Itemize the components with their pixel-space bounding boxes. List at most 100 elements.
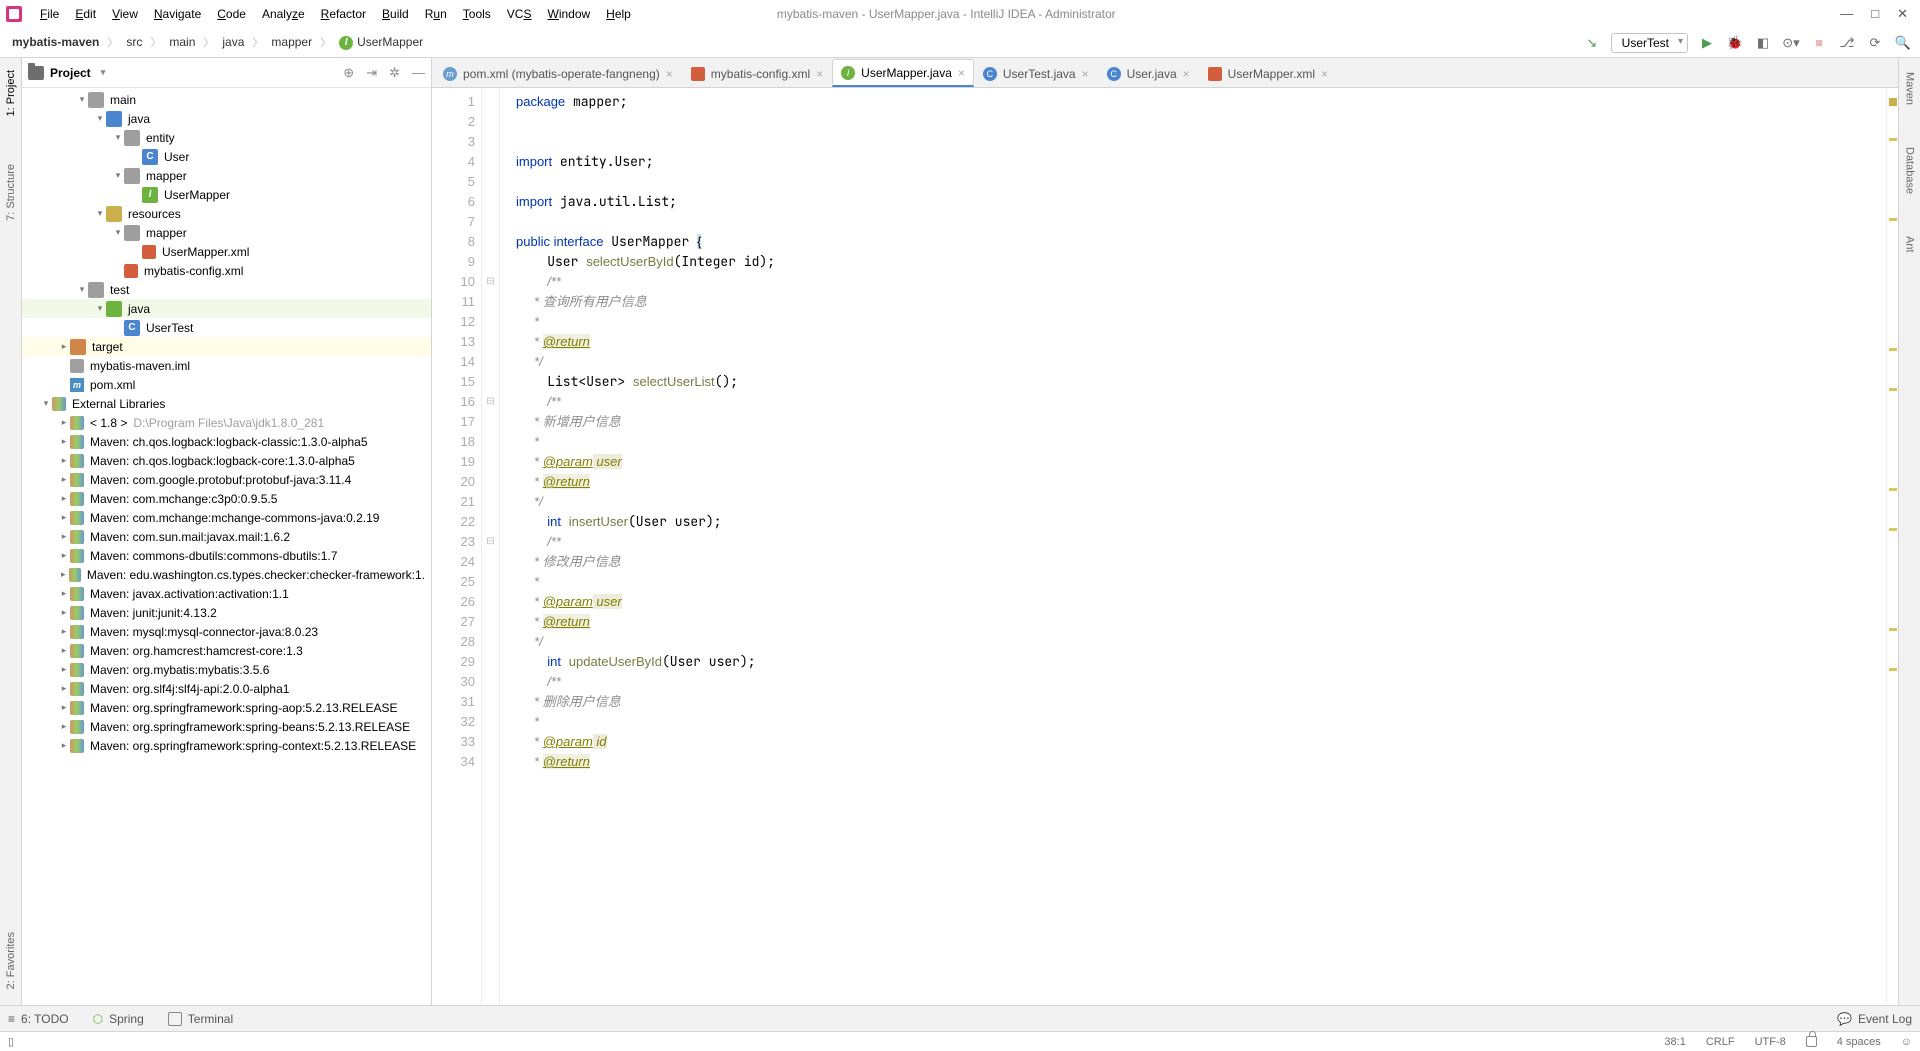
tree-usermapper[interactable]: IUserMapper bbox=[22, 185, 431, 204]
tree-usermapper-xml[interactable]: UserMapper.xml bbox=[22, 242, 431, 261]
locate-icon[interactable]: ⊕ bbox=[343, 65, 354, 81]
menu-refactor[interactable]: Refactor bbox=[315, 3, 372, 25]
run-button[interactable]: ▶ bbox=[1698, 34, 1716, 52]
crumb-project[interactable]: mybatis-maven bbox=[8, 33, 103, 51]
status-readonly-icon[interactable] bbox=[1806, 1036, 1817, 1048]
tab-pom[interactable]: mpom.xml (mybatis-operate-fangneng)× bbox=[434, 59, 682, 87]
update-button[interactable]: ⟳ bbox=[1866, 34, 1884, 52]
code-editor[interactable]: package mapper; import entity.User; impo… bbox=[500, 88, 1886, 1005]
tree-library[interactable]: ▸Maven: com.sun.mail:javax.mail:1.6.2 bbox=[22, 527, 431, 546]
tree-pom[interactable]: mpom.xml bbox=[22, 375, 431, 394]
git-button[interactable]: ⎇ bbox=[1838, 34, 1856, 52]
maximize-button[interactable]: □ bbox=[1871, 6, 1879, 22]
status-encoding[interactable]: UTF-8 bbox=[1755, 1036, 1786, 1048]
crumb-main[interactable]: main bbox=[165, 33, 199, 51]
tool-terminal[interactable]: Terminal bbox=[168, 1012, 233, 1026]
search-button[interactable]: 🔍 bbox=[1894, 34, 1912, 52]
menu-edit[interactable]: Edit bbox=[69, 3, 102, 25]
crumb-java[interactable]: java bbox=[218, 33, 248, 51]
tree-mapper-pkg[interactable]: ▾mapper bbox=[22, 166, 431, 185]
build-icon[interactable]: ↘ bbox=[1583, 34, 1601, 52]
tree-external-libraries[interactable]: ▾External Libraries bbox=[22, 394, 431, 413]
menu-file[interactable]: File bbox=[34, 3, 65, 25]
status-line-sep[interactable]: CRLF bbox=[1706, 1036, 1735, 1048]
profile-button[interactable]: ⊙▾ bbox=[1782, 34, 1800, 52]
crumb-class[interactable]: IUserMapper bbox=[335, 33, 427, 52]
menu-vcs[interactable]: VCS bbox=[501, 3, 538, 25]
tree-library[interactable]: ▸Maven: com.mchange:c3p0:0.9.5.5 bbox=[22, 489, 431, 508]
coverage-button[interactable]: ◧ bbox=[1754, 34, 1772, 52]
tree-main[interactable]: ▾main bbox=[22, 90, 431, 109]
tree-jdk[interactable]: ▸< 1.8 >D:\Program Files\Java\jdk1.8.0_2… bbox=[22, 413, 431, 432]
status-inspections-icon[interactable]: ☺ bbox=[1901, 1036, 1912, 1048]
close-tab-icon[interactable]: × bbox=[958, 66, 965, 80]
tree-library[interactable]: ▸Maven: com.google.protobuf:protobuf-jav… bbox=[22, 470, 431, 489]
status-position[interactable]: 38:1 bbox=[1664, 1036, 1685, 1048]
status-indent[interactable]: 4 spaces bbox=[1837, 1036, 1881, 1048]
menu-code[interactable]: Code bbox=[211, 3, 252, 25]
close-tab-icon[interactable]: × bbox=[1183, 67, 1190, 81]
menu-run[interactable]: Run bbox=[419, 3, 453, 25]
tool-project[interactable]: 1: Project bbox=[5, 64, 17, 122]
tree-test-java[interactable]: ▾java bbox=[22, 299, 431, 318]
menu-view[interactable]: View bbox=[106, 3, 144, 25]
collapse-icon[interactable]: ⇥ bbox=[366, 65, 377, 81]
tree-library[interactable]: ▸Maven: com.mchange:mchange-commons-java… bbox=[22, 508, 431, 527]
tree-library[interactable]: ▸Maven: ch.qos.logback:logback-classic:1… bbox=[22, 432, 431, 451]
menu-help[interactable]: Help bbox=[600, 3, 637, 25]
tree-library[interactable]: ▸Maven: org.mybatis:mybatis:3.5.6 bbox=[22, 660, 431, 679]
tree-entity[interactable]: ▾entity bbox=[22, 128, 431, 147]
tree-test[interactable]: ▾test bbox=[22, 280, 431, 299]
marker-strip[interactable] bbox=[1886, 88, 1898, 1005]
tree-library[interactable]: ▸Maven: junit:junit:4.13.2 bbox=[22, 603, 431, 622]
settings-icon[interactable]: ✲ bbox=[389, 65, 400, 81]
tool-favorites[interactable]: 2: Favorites bbox=[5, 926, 17, 995]
menu-tools[interactable]: Tools bbox=[457, 3, 497, 25]
close-tab-icon[interactable]: × bbox=[1082, 67, 1089, 81]
tree-target[interactable]: ▸target bbox=[22, 337, 431, 356]
tree-library[interactable]: ▸Maven: commons-dbutils:commons-dbutils:… bbox=[22, 546, 431, 565]
tree-usertest[interactable]: CUserTest bbox=[22, 318, 431, 337]
menu-navigate[interactable]: Navigate bbox=[148, 3, 207, 25]
tool-eventlog[interactable]: 💬Event Log bbox=[1837, 1012, 1912, 1026]
stop-button[interactable]: ■ bbox=[1810, 34, 1828, 52]
tool-spring[interactable]: ⬡Spring bbox=[93, 1012, 144, 1026]
tree-java[interactable]: ▾java bbox=[22, 109, 431, 128]
tree-library[interactable]: ▸Maven: org.springframework:spring-conte… bbox=[22, 736, 431, 755]
close-tab-icon[interactable]: × bbox=[1321, 67, 1328, 81]
tab-mybatis-config[interactable]: mybatis-config.xml× bbox=[682, 59, 832, 87]
tool-database[interactable]: Database bbox=[1904, 141, 1916, 200]
tool-maven[interactable]: Maven bbox=[1904, 66, 1916, 111]
tree-library[interactable]: ▸Maven: org.slf4j:slf4j-api:2.0.0-alpha1 bbox=[22, 679, 431, 698]
tree-library[interactable]: ▸Maven: org.springframework:spring-aop:5… bbox=[22, 698, 431, 717]
tree-user[interactable]: CUser bbox=[22, 147, 431, 166]
tab-usermapper-xml[interactable]: UserMapper.xml× bbox=[1199, 59, 1337, 87]
crumb-mapper[interactable]: mapper bbox=[267, 33, 316, 51]
close-tab-icon[interactable]: × bbox=[816, 67, 823, 81]
tab-usermapper-java[interactable]: IUserMapper.java× bbox=[832, 59, 974, 87]
tree-library[interactable]: ▸Maven: org.hamcrest:hamcrest-core:1.3 bbox=[22, 641, 431, 660]
tree-library[interactable]: ▸Maven: org.springframework:spring-beans… bbox=[22, 717, 431, 736]
project-tree[interactable]: ▾main ▾java ▾entity CUser ▾mapper IUserM… bbox=[22, 88, 431, 1005]
tool-todo[interactable]: ≡6: TODO bbox=[8, 1012, 69, 1026]
tree-resources[interactable]: ▾resources bbox=[22, 204, 431, 223]
menu-build[interactable]: Build bbox=[376, 3, 415, 25]
tree-library[interactable]: ▸Maven: ch.qos.logback:logback-core:1.3.… bbox=[22, 451, 431, 470]
close-tab-icon[interactable]: × bbox=[666, 67, 673, 81]
run-config-selector[interactable]: UserTest bbox=[1611, 33, 1688, 53]
minimize-button[interactable]: — bbox=[1840, 6, 1853, 22]
tree-mapper-res[interactable]: ▾mapper bbox=[22, 223, 431, 242]
tree-iml[interactable]: mybatis-maven.iml bbox=[22, 356, 431, 375]
tool-structure[interactable]: 7: Structure bbox=[5, 158, 17, 227]
debug-button[interactable]: 🐞 bbox=[1726, 34, 1744, 52]
project-title[interactable]: Project ▾ bbox=[28, 66, 105, 80]
tree-library[interactable]: ▸Maven: edu.washington.cs.types.checker:… bbox=[22, 565, 431, 584]
menu-analyze[interactable]: Analyze bbox=[256, 3, 311, 25]
tree-library[interactable]: ▸Maven: mysql:mysql-connector-java:8.0.2… bbox=[22, 622, 431, 641]
tool-ant[interactable]: Ant bbox=[1904, 230, 1916, 259]
hide-icon[interactable]: — bbox=[412, 65, 425, 81]
close-button[interactable]: ✕ bbox=[1897, 6, 1908, 22]
tab-usertest-java[interactable]: CUserTest.java× bbox=[974, 59, 1098, 87]
crumb-src[interactable]: src bbox=[122, 33, 146, 51]
menu-window[interactable]: Window bbox=[541, 3, 596, 25]
